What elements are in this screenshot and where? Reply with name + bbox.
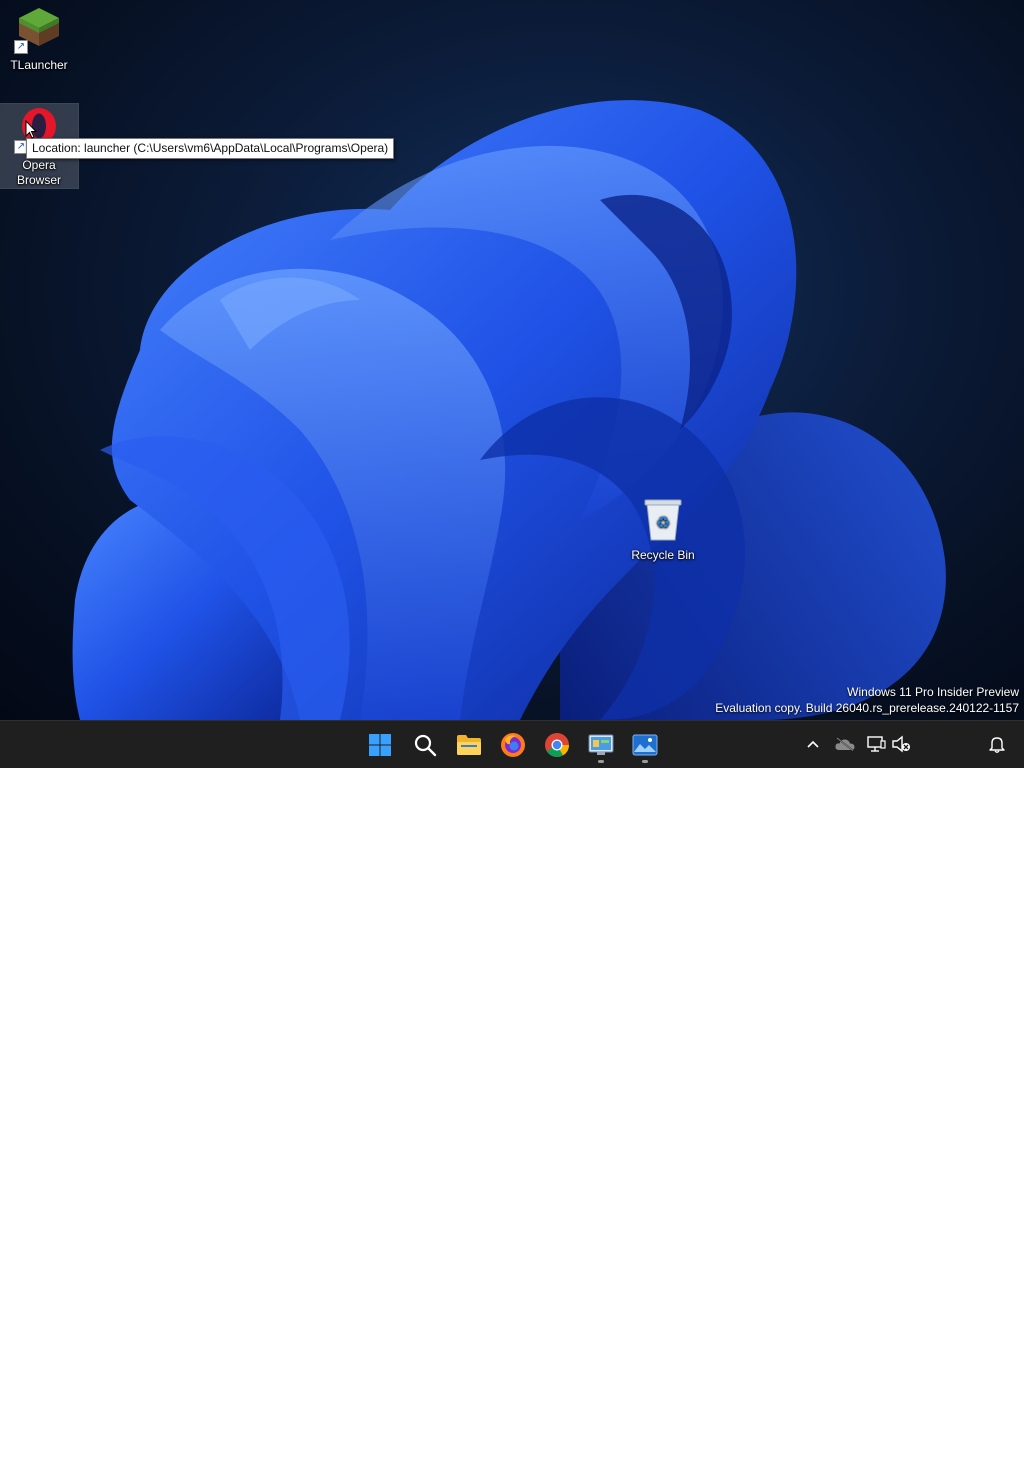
network-icon bbox=[867, 736, 886, 752]
search-button[interactable] bbox=[405, 725, 445, 765]
windows-start-icon bbox=[369, 734, 391, 756]
chrome-button[interactable] bbox=[537, 725, 577, 765]
desktop-icon-label: TLauncher bbox=[10, 58, 68, 72]
taskbar: 2:31 PM 1/30/2024 bbox=[0, 720, 1024, 1479]
desktop-icon-recycle-bin[interactable]: ♻ Recycle Bin bbox=[624, 496, 702, 566]
photos-icon bbox=[632, 734, 658, 756]
start-button[interactable] bbox=[360, 725, 400, 765]
watermark-line2: Evaluation copy. Build 26040.rs_prerelea… bbox=[715, 701, 1019, 715]
desktop-icon-label-line2: Browser bbox=[16, 173, 61, 187]
tooltip: Location: launcher (C:\Users\vm6\AppData… bbox=[26, 138, 395, 159]
desktop-icon-label-line1: Opera bbox=[22, 158, 56, 172]
control-panel-icon bbox=[588, 734, 614, 755]
show-hidden-icons-button[interactable] bbox=[802, 733, 824, 755]
desktop-icon-tlauncher[interactable]: ↗ TLauncher bbox=[0, 6, 78, 76]
windows-watermark: Windows 11 Pro Insider Preview Evaluatio… bbox=[715, 684, 1019, 716]
control-panel-button[interactable] bbox=[581, 725, 621, 765]
photos-button[interactable] bbox=[625, 725, 665, 765]
search-icon bbox=[414, 734, 437, 757]
volume-muted-icon bbox=[892, 735, 910, 753]
desktop[interactable]: ↗ TLauncher ↗ Opera Browser ♻ Recycle Bi… bbox=[0, 0, 1024, 720]
network-button[interactable] bbox=[865, 733, 887, 755]
mouse-cursor-icon bbox=[25, 120, 37, 139]
desktop-icon-label: Recycle Bin bbox=[631, 548, 695, 562]
notifications-button[interactable] bbox=[986, 733, 1008, 755]
svg-text:♻: ♻ bbox=[656, 513, 670, 532]
recycle-bin-icon: ♻ bbox=[644, 499, 682, 541]
chrome-icon bbox=[545, 733, 569, 758]
file-explorer-button[interactable] bbox=[449, 725, 489, 765]
volume-button[interactable] bbox=[890, 733, 912, 755]
running-indicator bbox=[598, 760, 604, 763]
bell-icon bbox=[989, 737, 1005, 753]
clock[interactable]: 2:31 PM 1/30/2024 bbox=[918, 1448, 998, 1480]
wallpaper-bloom bbox=[72, 100, 946, 720]
folder-icon bbox=[457, 735, 481, 755]
watermark-line1: Windows 11 Pro Insider Preview bbox=[847, 685, 1019, 699]
clock-date: 1/30/2024 bbox=[931, 1465, 985, 1479]
shortcut-arrow-icon: ↗ bbox=[14, 40, 28, 54]
onedrive-icon bbox=[835, 737, 855, 751]
chevron-up-icon bbox=[807, 740, 819, 748]
onedrive-button[interactable] bbox=[834, 733, 856, 755]
clock-time: 2:31 PM bbox=[935, 1449, 981, 1463]
firefox-icon bbox=[501, 733, 525, 757]
firefox-button[interactable] bbox=[493, 725, 533, 765]
running-indicator bbox=[642, 760, 648, 763]
